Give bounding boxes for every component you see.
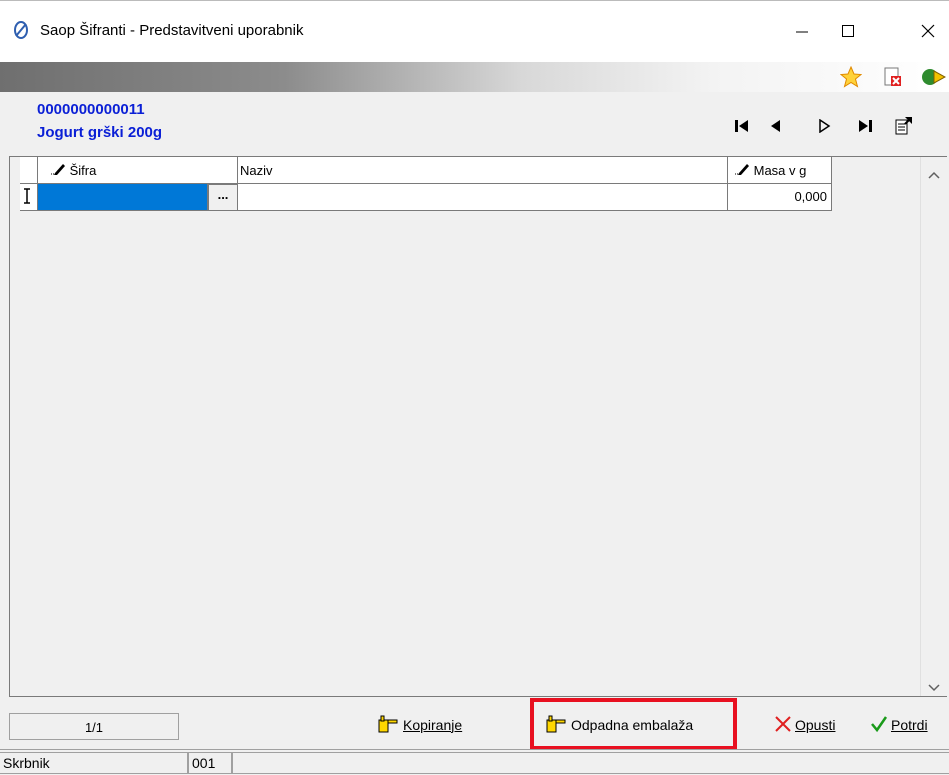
- status-empty: [232, 752, 949, 774]
- opusti-label: Opusti: [795, 717, 836, 733]
- previous-record-icon[interactable]: [763, 114, 787, 138]
- form-title: Artikli - odpadna embalaža: [6, 6, 209, 23]
- window-title: Saop Šifranti - Predstavitveni uporabnik: [40, 22, 304, 39]
- naziv-cell[interactable]: [238, 184, 728, 211]
- export-icon[interactable]: [892, 114, 916, 138]
- star-icon[interactable]: [838, 64, 864, 90]
- close-document-icon[interactable]: [880, 64, 906, 90]
- first-record-icon[interactable]: [730, 114, 754, 138]
- minimize-button[interactable]: [779, 12, 825, 50]
- lookup-button[interactable]: ...: [208, 184, 238, 211]
- edit-pencil-icon: [734, 163, 750, 178]
- sifra-input[interactable]: [38, 184, 208, 211]
- column-header-masa[interactable]: Masa v g: [728, 157, 832, 184]
- scroll-down-icon[interactable]: [928, 680, 940, 695]
- status-code: 001: [188, 752, 232, 774]
- item-name: Jogurt grški 200g: [37, 124, 163, 141]
- cancel-x-icon: [774, 715, 792, 736]
- checkmark-icon: [870, 715, 888, 736]
- edit-pencil-icon: [50, 163, 66, 178]
- potrdi-label: Potrdi: [891, 717, 928, 733]
- status-user: Skrbnik: [0, 752, 188, 774]
- last-record-icon[interactable]: [853, 114, 877, 138]
- highlight-box: [530, 698, 737, 750]
- form-header: [0, 62, 949, 92]
- column-header-sifra[interactable]: Šifra: [38, 157, 238, 184]
- column-label-sifra: Šifra: [69, 163, 97, 178]
- pointing-hand-icon: [377, 714, 399, 737]
- text-cursor-icon: [24, 188, 30, 204]
- opusti-button[interactable]: Opusti: [774, 710, 835, 740]
- maximize-button[interactable]: [825, 12, 871, 50]
- item-code: 0000000000011: [37, 101, 145, 118]
- next-record-icon[interactable]: [813, 114, 837, 138]
- kopiranje-button[interactable]: Kopiranje: [377, 710, 462, 740]
- potrdi-button[interactable]: Potrdi: [870, 710, 928, 740]
- row-indicator[interactable]: [20, 184, 38, 211]
- vertical-scrollbar[interactable]: [920, 157, 947, 696]
- masa-cell[interactable]: 0,000: [728, 184, 832, 211]
- scroll-up-icon[interactable]: [928, 167, 940, 182]
- record-pager: 1/1: [9, 713, 179, 740]
- data-grid[interactable]: [9, 156, 947, 697]
- column-label-naziv: Naziv: [240, 163, 273, 178]
- column-label-masa: Masa v g: [753, 163, 807, 178]
- kopiranje-label: Kopiranje: [403, 717, 463, 733]
- column-header-naziv[interactable]: Naziv: [238, 157, 728, 184]
- close-button[interactable]: [905, 12, 949, 50]
- exit-icon[interactable]: [920, 64, 946, 90]
- row-indicator-header: [20, 157, 38, 184]
